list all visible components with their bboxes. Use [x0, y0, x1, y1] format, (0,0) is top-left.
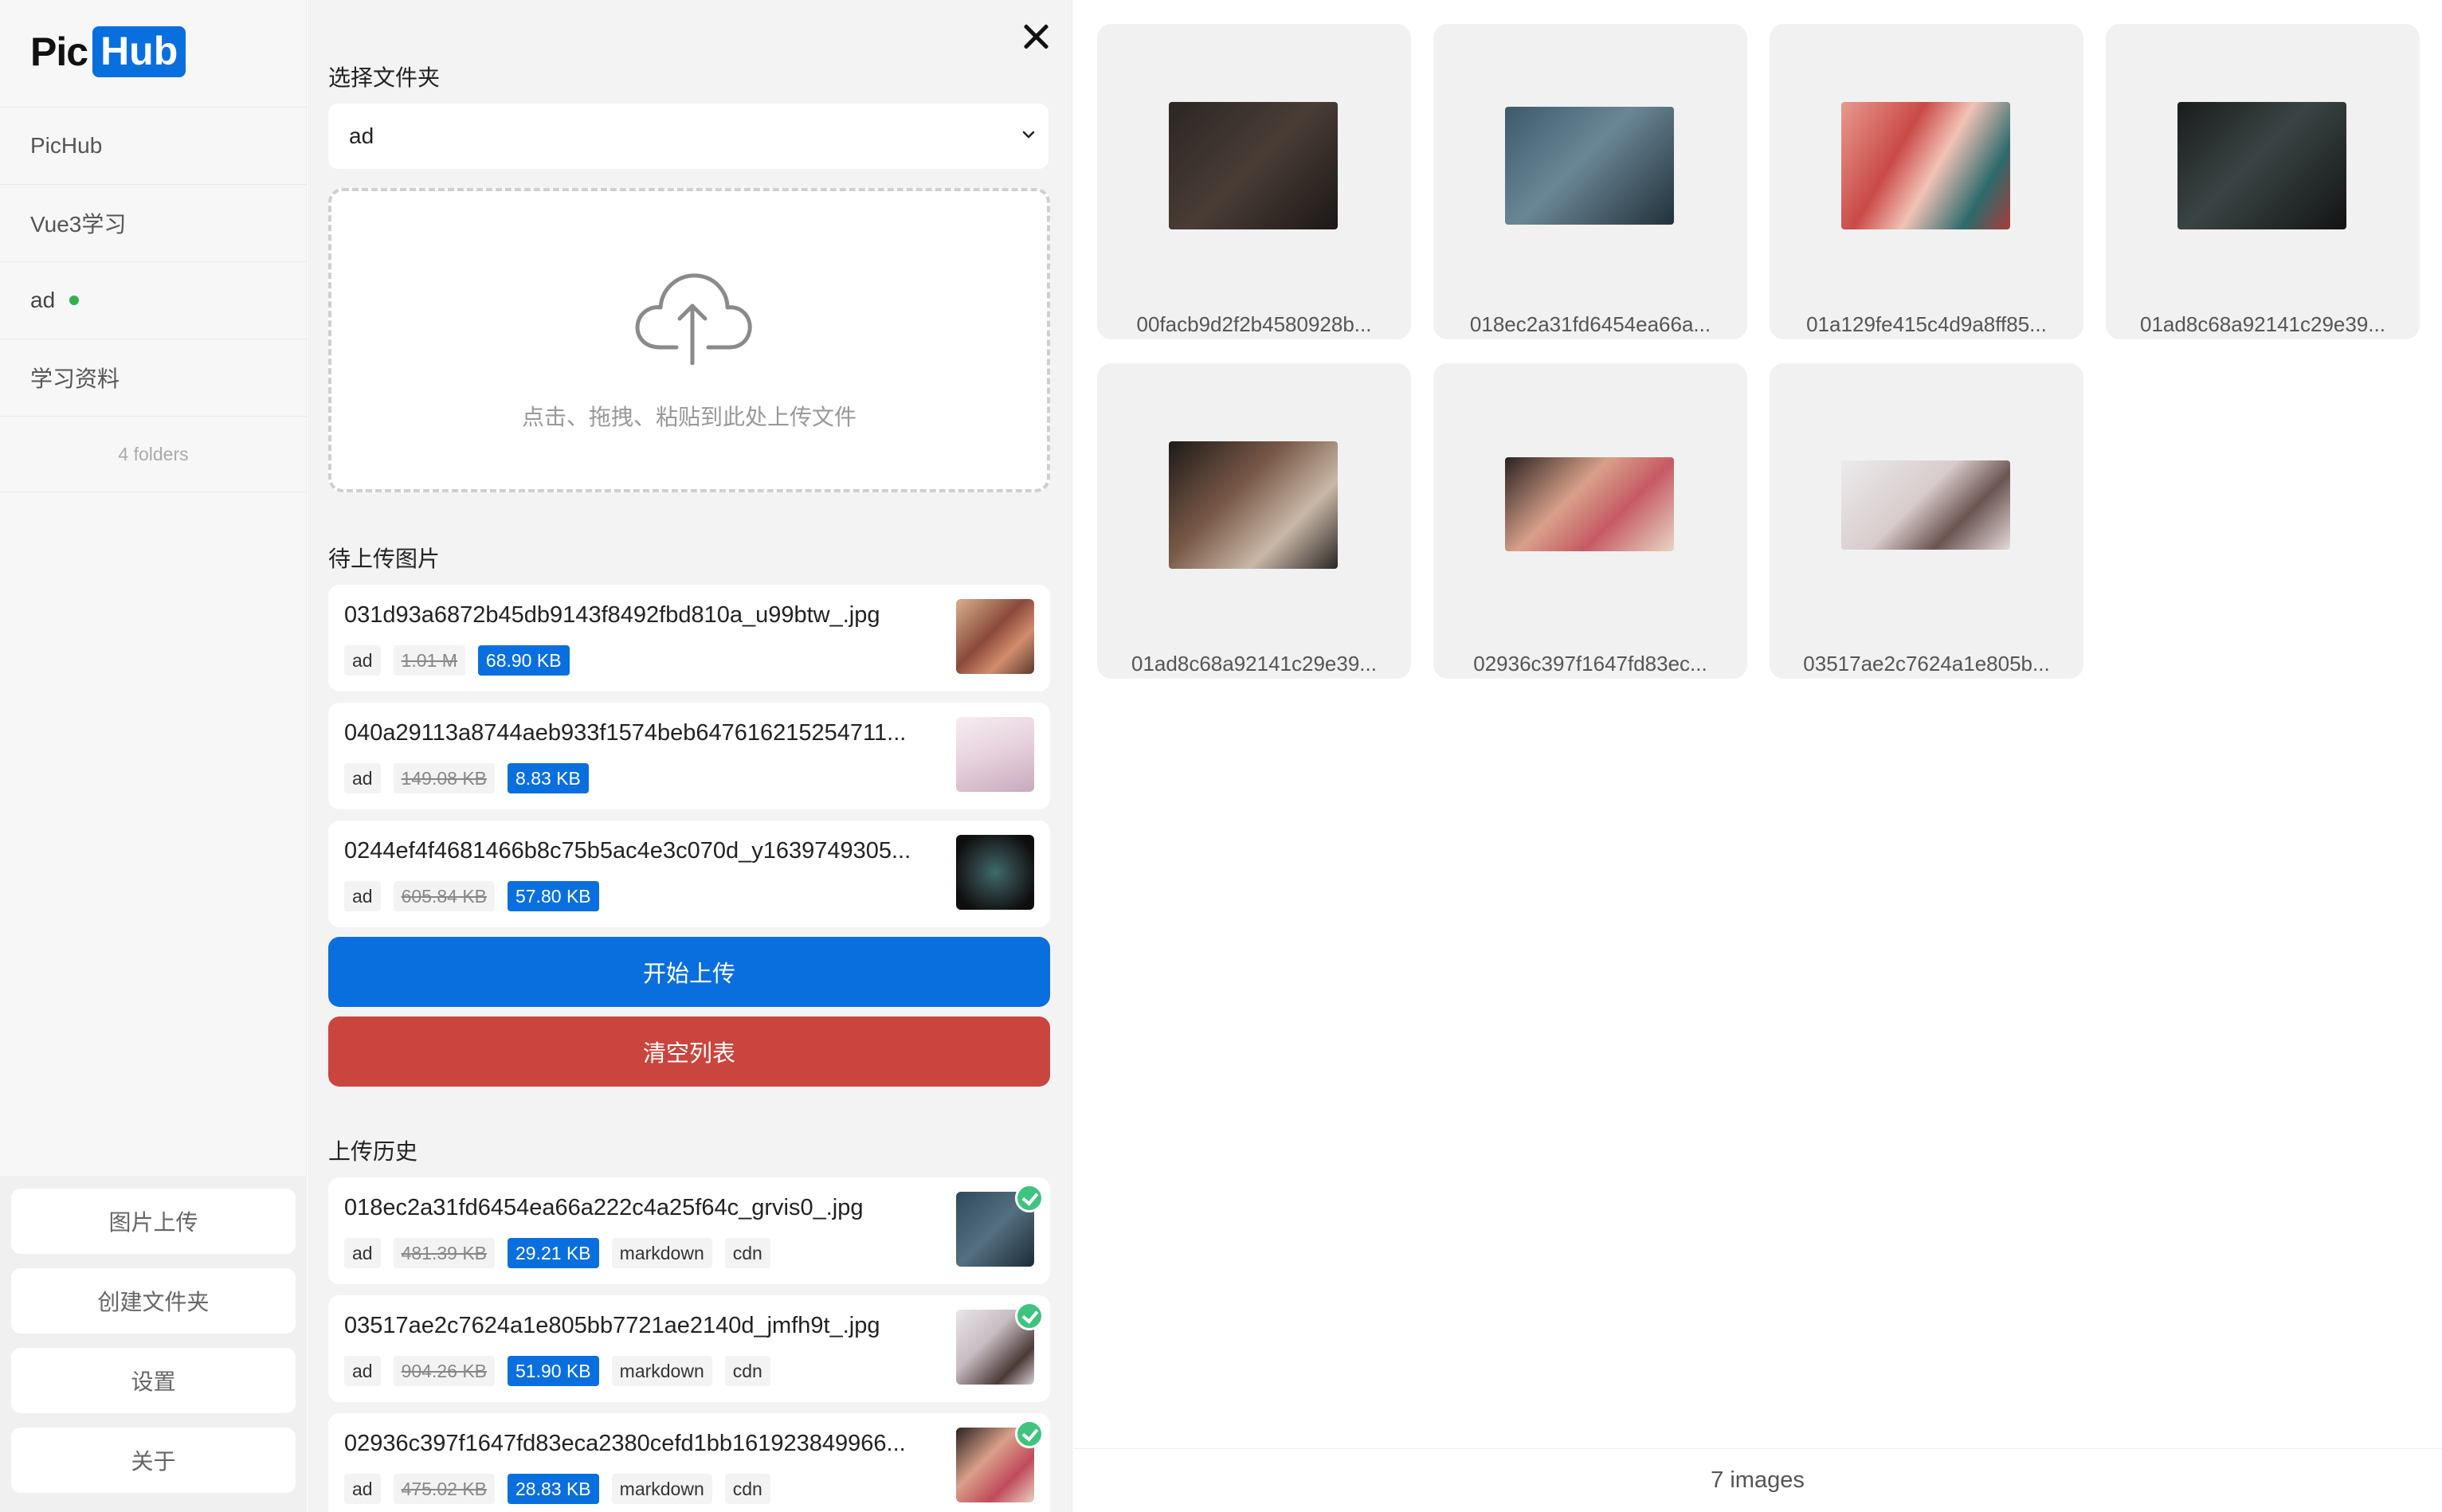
copy-markdown-button[interactable]: markdown: [611, 1238, 712, 1268]
sidebar: Pic Hub PicHub Vue3学习 ad 学习资料 4 folders …: [0, 0, 307, 1512]
folder-item-vue3[interactable]: Vue3学习: [0, 185, 307, 262]
check-icon: [1015, 1184, 1044, 1212]
history-file-card: 02936c397f1647fd83eca2380cefd1bb16192384…: [328, 1413, 1050, 1512]
pending-file-card: 0244ef4f4681466b8c75b5ac4e3c070d_y163974…: [328, 821, 1050, 927]
folder-tag: ad: [344, 763, 381, 793]
file-name: 018ec2a31fd6454ea66a222c4a25f64c_grvis0_…: [344, 1195, 864, 1220]
gallery-item[interactable]: 00facb9d2f2b4580928b...: [1097, 24, 1411, 339]
check-icon: [1015, 1302, 1044, 1330]
cloud-upload-icon: [635, 273, 752, 365]
active-folder-indicator: [69, 296, 80, 305]
folder-label: PicHub: [30, 133, 103, 158]
upload-dropzone[interactable]: 点击、拖拽、粘贴到此处上传文件: [328, 188, 1050, 492]
start-upload-button[interactable]: 开始上传: [328, 937, 1050, 1007]
gallery-thumbnail: [1169, 441, 1338, 569]
history-file-card: 03517ae2c7624a1e805bb7721ae2140d_jmfh9t_…: [328, 1295, 1050, 1402]
pending-label: 待上传图片: [328, 546, 441, 571]
image-count: 7 images: [1073, 1448, 2442, 1512]
gallery-item[interactable]: 03517ae2c7624a1e805b...: [1770, 363, 2083, 679]
file-name: 02936c397f1647fd83eca2380cefd1bb16192384…: [344, 1431, 906, 1456]
folder-tag: ad: [344, 1238, 381, 1268]
gallery-item-name: 01ad8c68a92141c29e39...: [1131, 652, 1377, 676]
gallery-item-name: 03517ae2c7624a1e805b...: [1803, 652, 2050, 676]
thumbnail-image: [956, 599, 1034, 674]
original-size-tag: 904.26 KB: [393, 1356, 496, 1386]
thumbnail-image: [956, 835, 1034, 910]
pending-file-card: 040a29113a8744aeb933f1574beb647616215254…: [328, 703, 1050, 809]
folder-list: PicHub Vue3学习 ad 学习资料 4 folders: [0, 107, 307, 492]
image-gallery: 00facb9d2f2b4580928b... 018ec2a31fd6454e…: [1073, 0, 2442, 1512]
check-icon: [1015, 1420, 1044, 1448]
pending-file-card: 031d93a6872b45db9143f8492fbd810a_u99btw_…: [328, 585, 1050, 691]
close-icon[interactable]: [1019, 19, 1054, 54]
folder-label: ad: [30, 288, 56, 312]
gallery-item-name: 00facb9d2f2b4580928b...: [1136, 312, 1372, 336]
folder-select[interactable]: ad: [328, 104, 1049, 169]
image-upload-button[interactable]: 图片上传: [11, 1189, 296, 1254]
sidebar-actions: 图片上传 创建文件夹 设置 关于: [0, 1176, 307, 1512]
folder-item-ad[interactable]: ad: [0, 262, 307, 339]
folder-label: Vue3学习: [30, 212, 127, 237]
copy-markdown-button[interactable]: markdown: [611, 1474, 712, 1504]
gallery-item-name: 02936c397f1647fd83ec...: [1473, 652, 1707, 676]
clear-list-button[interactable]: 清空列表: [328, 1016, 1050, 1087]
create-folder-button[interactable]: 创建文件夹: [11, 1268, 296, 1334]
upload-panel: 选择文件夹 ad 点击、拖拽、粘贴到此处上传文件 待上传图片 031d93a68…: [308, 0, 1072, 1512]
gallery-thumbnail: [1841, 102, 2010, 229]
settings-button[interactable]: 设置: [11, 1348, 296, 1413]
file-name: 03517ae2c7624a1e805bb7721ae2140d_jmfh9t_…: [344, 1313, 880, 1338]
folder-item-study[interactable]: 学习资料: [0, 339, 307, 417]
compressed-size-tag: 68.90 KB: [477, 645, 570, 676]
app-logo[interactable]: Pic Hub: [30, 25, 186, 78]
original-size-tag: 1.01 M: [393, 645, 465, 676]
original-size-tag: 481.39 KB: [393, 1238, 496, 1268]
chevron-down-icon: [1022, 131, 1035, 139]
gallery-thumbnail: [2177, 102, 2346, 229]
history-label: 上传历史: [328, 1139, 418, 1164]
logo-text-hub: Hub: [92, 26, 186, 77]
logo-text-pic: Pic: [30, 29, 88, 74]
copy-markdown-button[interactable]: markdown: [611, 1356, 712, 1386]
gallery-thumbnail: [1169, 102, 1338, 229]
history-file-card: 018ec2a31fd6454ea66a222c4a25f64c_grvis0_…: [328, 1177, 1050, 1284]
folder-tag: ad: [344, 1474, 381, 1504]
copy-cdn-button[interactable]: cdn: [724, 1474, 770, 1504]
gallery-item[interactable]: 01ad8c68a92141c29e39...: [1097, 363, 1411, 679]
gallery-item-name: 01a129fe415c4d9a8ff85...: [1806, 312, 2047, 336]
gallery-thumbnail: [1841, 460, 2010, 550]
gallery-item-name: 01ad8c68a92141c29e39...: [2140, 312, 2385, 336]
file-name: 0244ef4f4681466b8c75b5ac4e3c070d_y163974…: [344, 838, 911, 864]
original-size-tag: 475.02 KB: [393, 1474, 496, 1504]
gallery-item[interactable]: 02936c397f1647fd83ec...: [1433, 363, 1747, 679]
gallery-item-name: 018ec2a31fd6454ea66a...: [1469, 312, 1711, 336]
dropzone-hint: 点击、拖拽、粘贴到此处上传文件: [521, 405, 856, 429]
gallery-item[interactable]: 018ec2a31fd6454ea66a...: [1433, 24, 1747, 339]
thumbnail-image: [956, 717, 1034, 792]
gallery-item[interactable]: 01ad8c68a92141c29e39...: [2106, 24, 2420, 339]
file-name: 040a29113a8744aeb933f1574beb647616215254…: [344, 720, 907, 746]
compressed-size-tag: 57.80 KB: [508, 881, 599, 911]
folder-label: 学习资料: [30, 366, 120, 391]
original-size-tag: 605.84 KB: [393, 881, 496, 911]
gallery-thumbnail: [1505, 107, 1674, 225]
folder-tag: ad: [344, 881, 381, 911]
compressed-size-tag: 8.83 KB: [508, 763, 589, 793]
copy-cdn-button[interactable]: cdn: [724, 1356, 770, 1386]
copy-cdn-button[interactable]: cdn: [724, 1238, 770, 1268]
compressed-size-tag: 28.83 KB: [508, 1474, 599, 1504]
selected-folder-value: ad: [349, 123, 374, 148]
folder-tag: ad: [344, 645, 381, 676]
compressed-size-tag: 51.90 KB: [508, 1356, 599, 1386]
gallery-thumbnail: [1505, 457, 1674, 551]
folder-tag: ad: [344, 1356, 381, 1386]
select-folder-label: 选择文件夹: [328, 65, 441, 90]
folder-count: 4 folders: [0, 417, 307, 492]
folder-item-pichub[interactable]: PicHub: [0, 108, 307, 185]
about-button[interactable]: 关于: [11, 1428, 296, 1493]
file-name: 031d93a6872b45db9143f8492fbd810a_u99btw_…: [344, 602, 880, 628]
gallery-item[interactable]: 01a129fe415c4d9a8ff85...: [1770, 24, 2083, 339]
original-size-tag: 149.08 KB: [393, 763, 496, 793]
compressed-size-tag: 29.21 KB: [508, 1238, 599, 1268]
